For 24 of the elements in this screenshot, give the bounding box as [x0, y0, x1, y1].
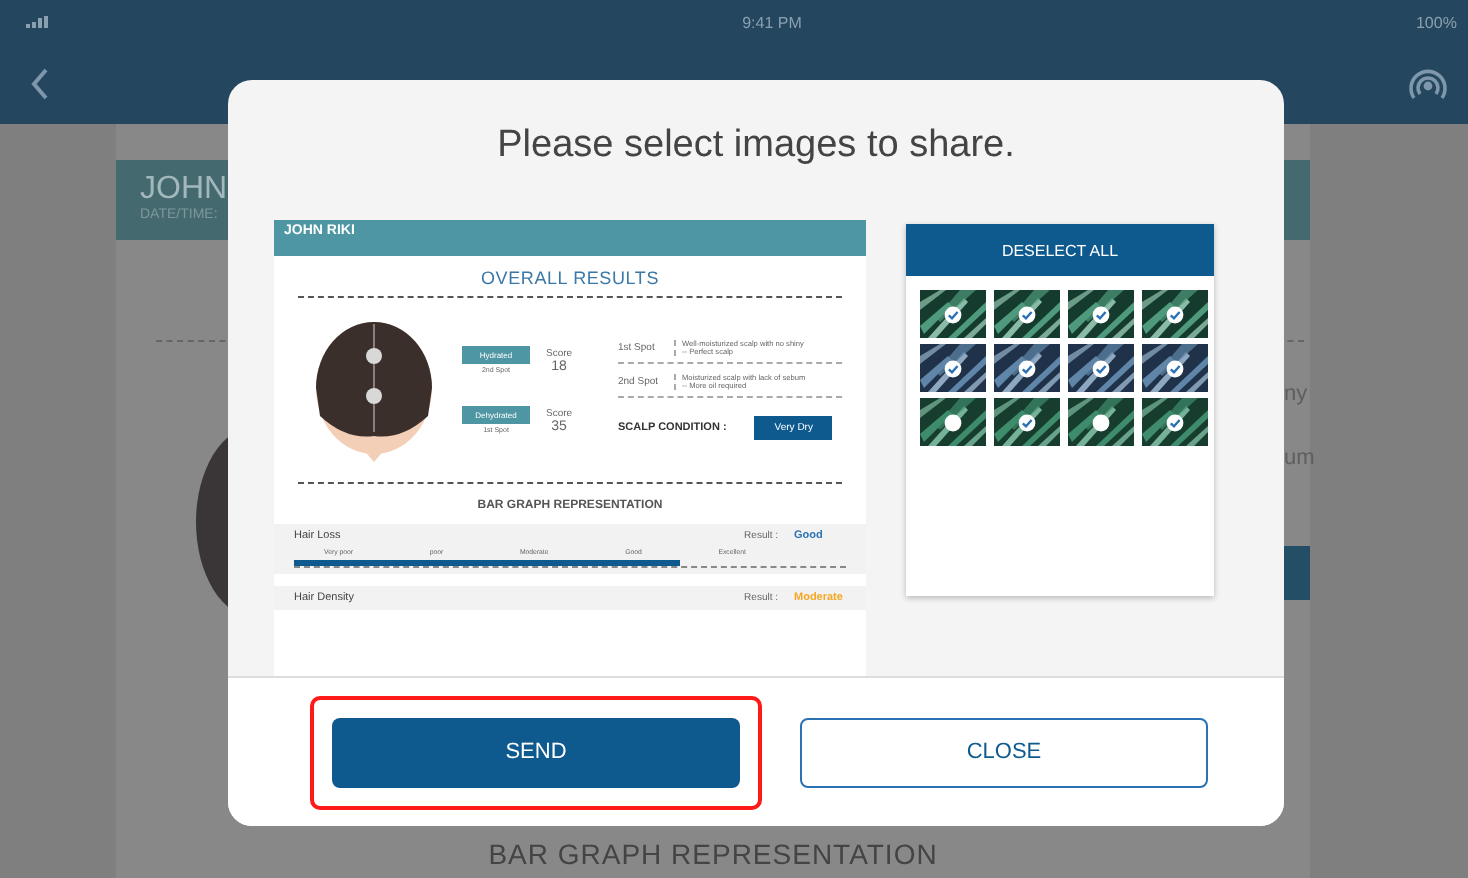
send-button[interactable]: SEND	[332, 717, 740, 787]
check-icon[interactable]	[1166, 413, 1184, 431]
dialog-title: Please select images to share.	[495, 124, 1017, 170]
check-icon[interactable]	[1092, 359, 1110, 377]
battery-level: 100%	[1415, 13, 1459, 31]
check-icon[interactable]	[1166, 305, 1184, 323]
back-icon[interactable]	[30, 68, 50, 100]
check-icon[interactable]	[1018, 305, 1036, 323]
select-circle-icon[interactable]	[944, 413, 962, 431]
check-icon[interactable]	[1166, 359, 1184, 377]
deselect-all-button[interactable]: DESELECT ALL	[906, 224, 1214, 276]
section-title: BAR GRAPH REPRESENTATION	[486, 836, 940, 874]
select-circle-icon[interactable]	[1092, 413, 1110, 431]
signal-icon	[26, 16, 48, 28]
report-heading: OVERALL RESULTS	[478, 268, 662, 288]
broadcast-icon[interactable]	[1408, 66, 1448, 102]
check-icon[interactable]	[1018, 359, 1036, 377]
check-icon[interactable]	[944, 359, 962, 377]
check-icon[interactable]	[1092, 305, 1110, 323]
close-button[interactable]: CLOSE	[800, 717, 1208, 787]
status-time: 9:41 PM	[742, 13, 802, 31]
check-icon[interactable]	[1018, 413, 1036, 431]
check-icon[interactable]	[944, 305, 962, 323]
patient-name: JOHN	[140, 170, 228, 207]
